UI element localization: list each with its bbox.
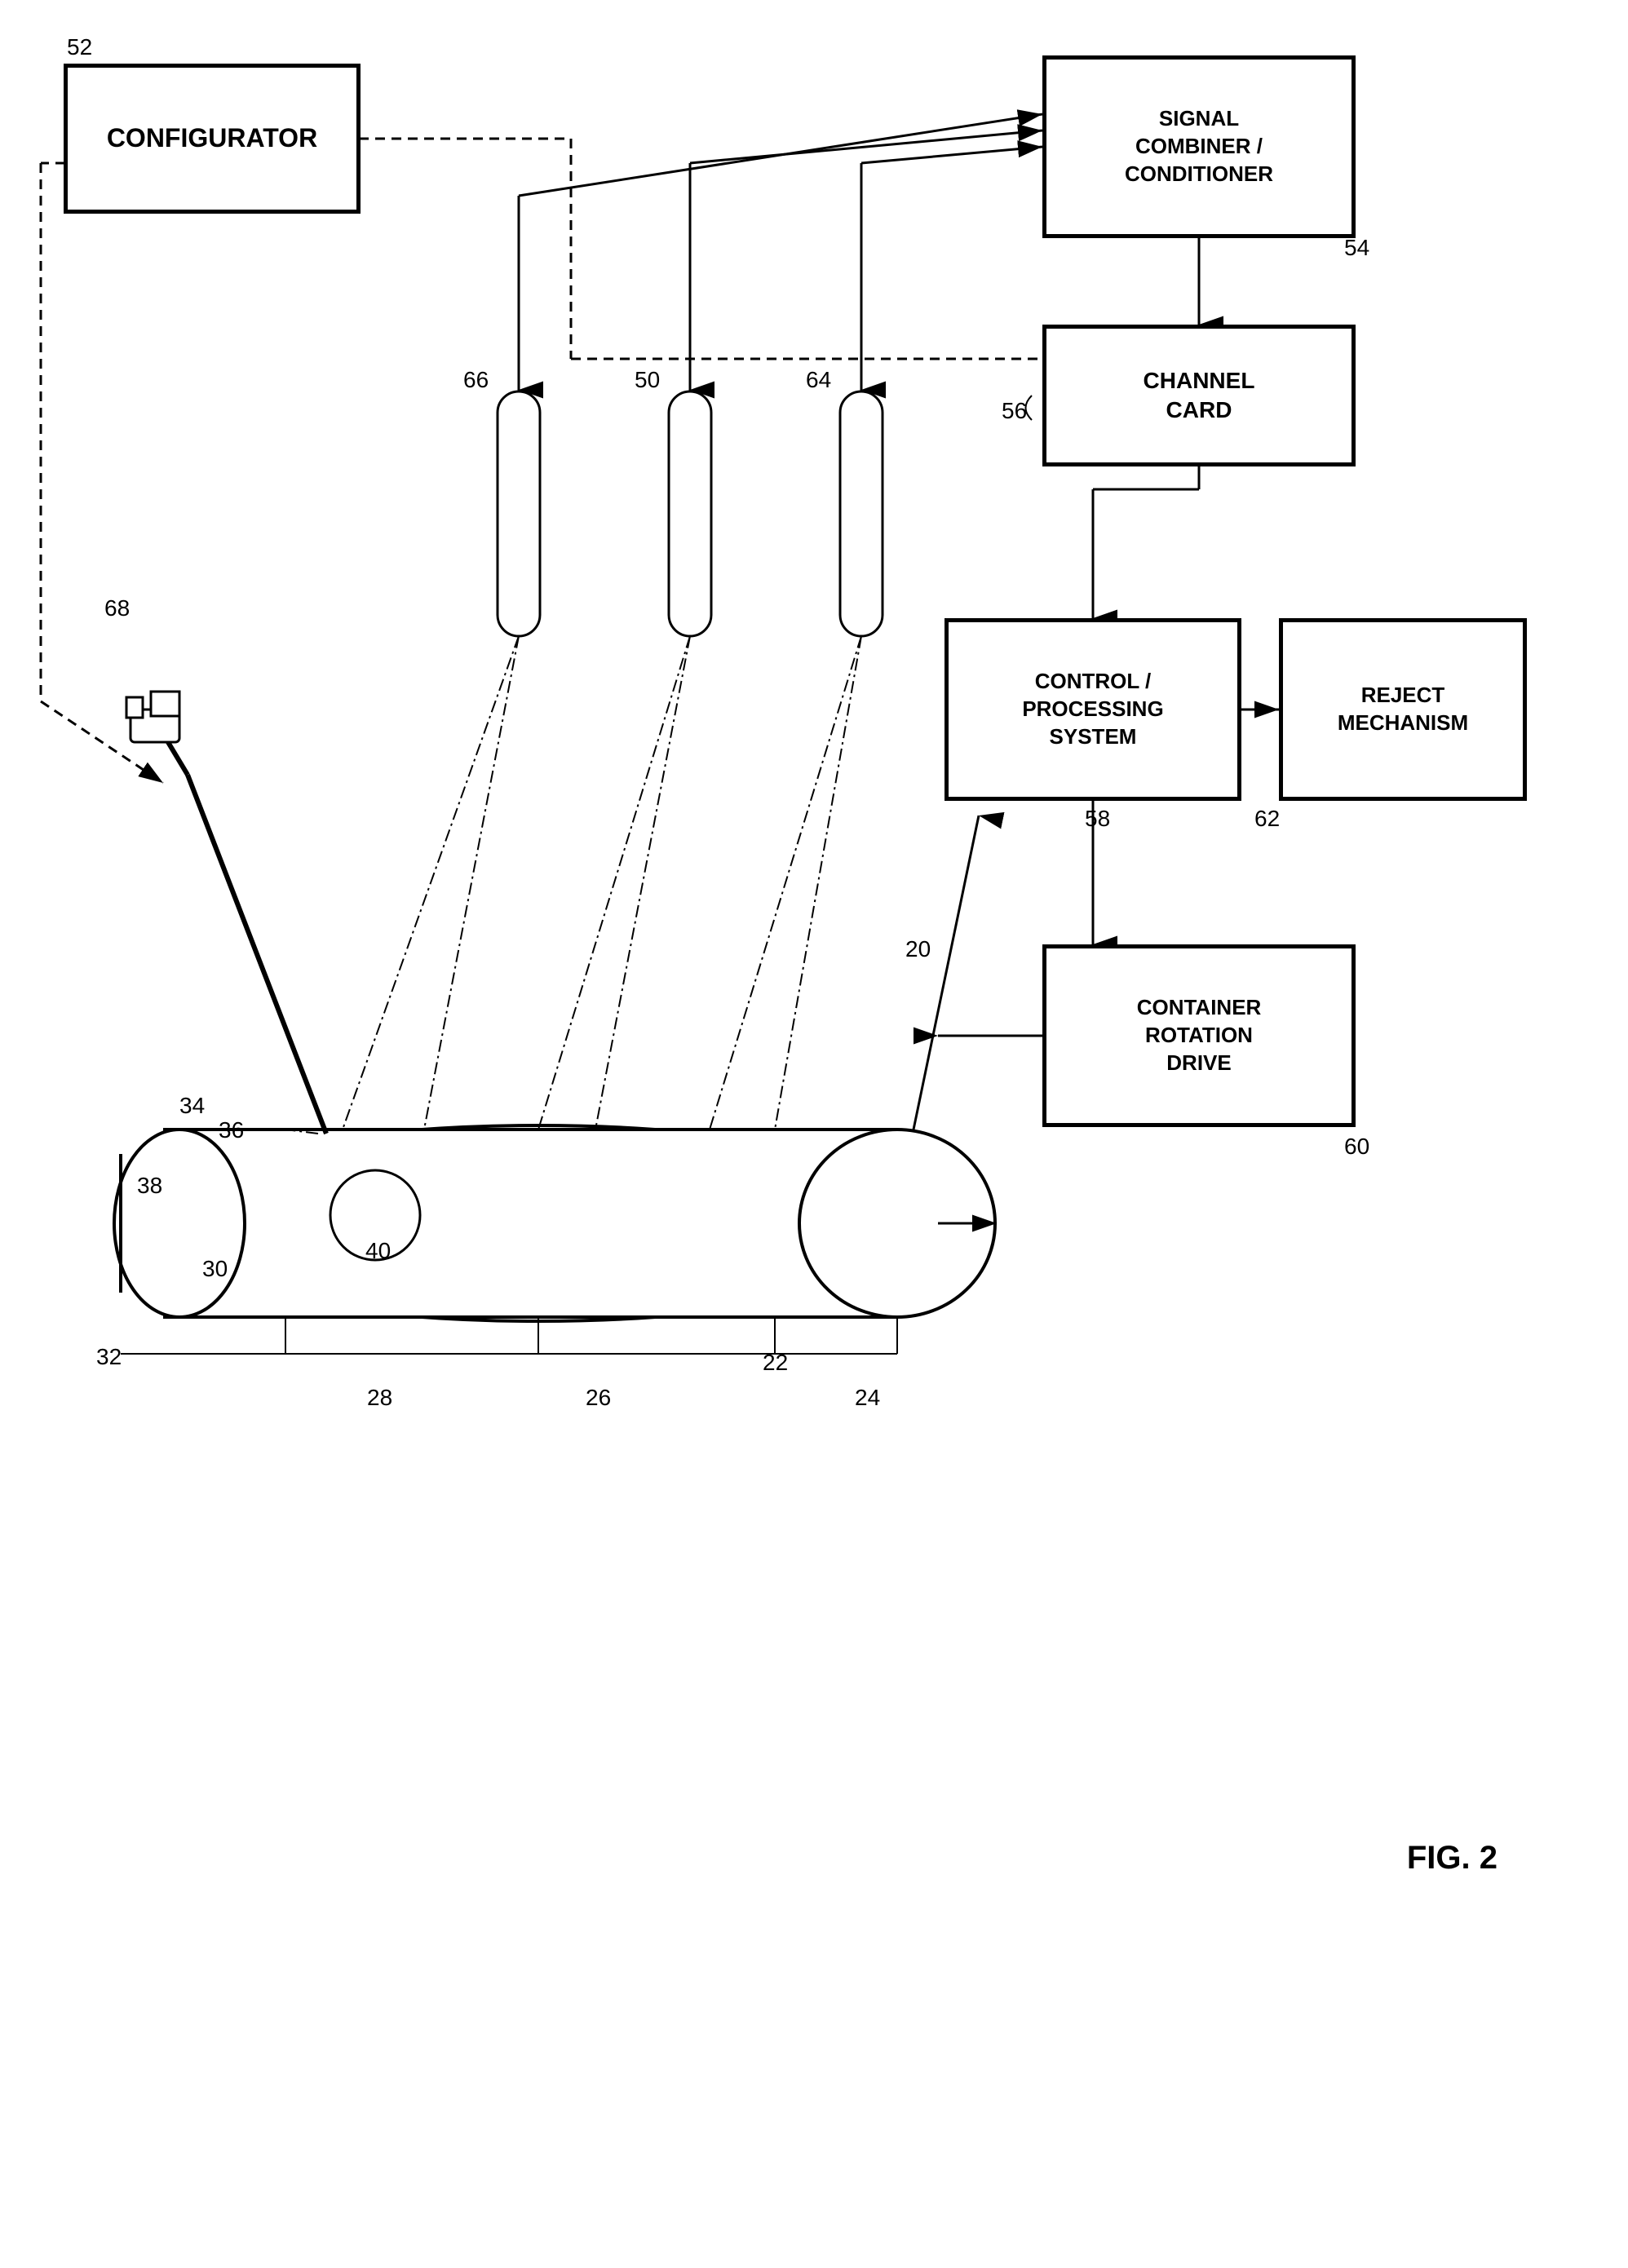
ref-36: 36 <box>219 1117 244 1143</box>
ref-32: 32 <box>96 1344 122 1370</box>
ref-64: 64 <box>806 367 831 393</box>
ref-52: 52 <box>67 34 92 60</box>
ref-60: 60 <box>1344 1134 1369 1160</box>
diagram-svg <box>0 0 1628 2268</box>
diagram-container: CONFIGURATOR SIGNALCOMBINER /CONDITIONER… <box>0 0 1628 2268</box>
container-rotation-box: CONTAINERROTATIONDRIVE <box>1044 946 1354 1125</box>
ref-68: 68 <box>104 595 130 621</box>
configurator-box: CONFIGURATOR <box>65 65 359 212</box>
ref-58: 58 <box>1085 806 1110 832</box>
configurator-label: CONFIGURATOR <box>107 122 317 156</box>
ref-34: 34 <box>179 1093 205 1119</box>
reject-mechanism-box: REJECTMECHANISM <box>1281 620 1525 799</box>
channel-card-label: CHANNELCARD <box>1144 366 1255 426</box>
ref-28: 28 <box>367 1385 392 1411</box>
control-processing-box: CONTROL /PROCESSINGSYSTEM <box>946 620 1240 799</box>
ref-38: 38 <box>137 1173 162 1199</box>
ref-56: 56 <box>1002 398 1027 424</box>
fig-label: FIG. 2 <box>1407 1840 1497 1877</box>
ref-40: 40 <box>365 1238 391 1264</box>
channel-card-box: CHANNELCARD <box>1044 326 1354 465</box>
ref-54: 54 <box>1344 235 1369 261</box>
signal-combiner-box: SIGNALCOMBINER /CONDITIONER <box>1044 57 1354 237</box>
ref-62: 62 <box>1254 806 1280 832</box>
signal-combiner-label: SIGNALCOMBINER /CONDITIONER <box>1125 105 1273 188</box>
ref-20: 20 <box>905 936 931 962</box>
ref-66: 66 <box>463 367 489 393</box>
reject-mechanism-label: REJECTMECHANISM <box>1338 682 1468 737</box>
ref-30: 30 <box>202 1256 228 1282</box>
container-rotation-label: CONTAINERROTATIONDRIVE <box>1137 994 1262 1077</box>
ref-26: 26 <box>586 1385 611 1411</box>
ref-22: 22 <box>763 1350 788 1376</box>
control-processing-label: CONTROL /PROCESSINGSYSTEM <box>1022 668 1163 750</box>
ref-24: 24 <box>855 1385 880 1411</box>
ref-50: 50 <box>635 367 660 393</box>
